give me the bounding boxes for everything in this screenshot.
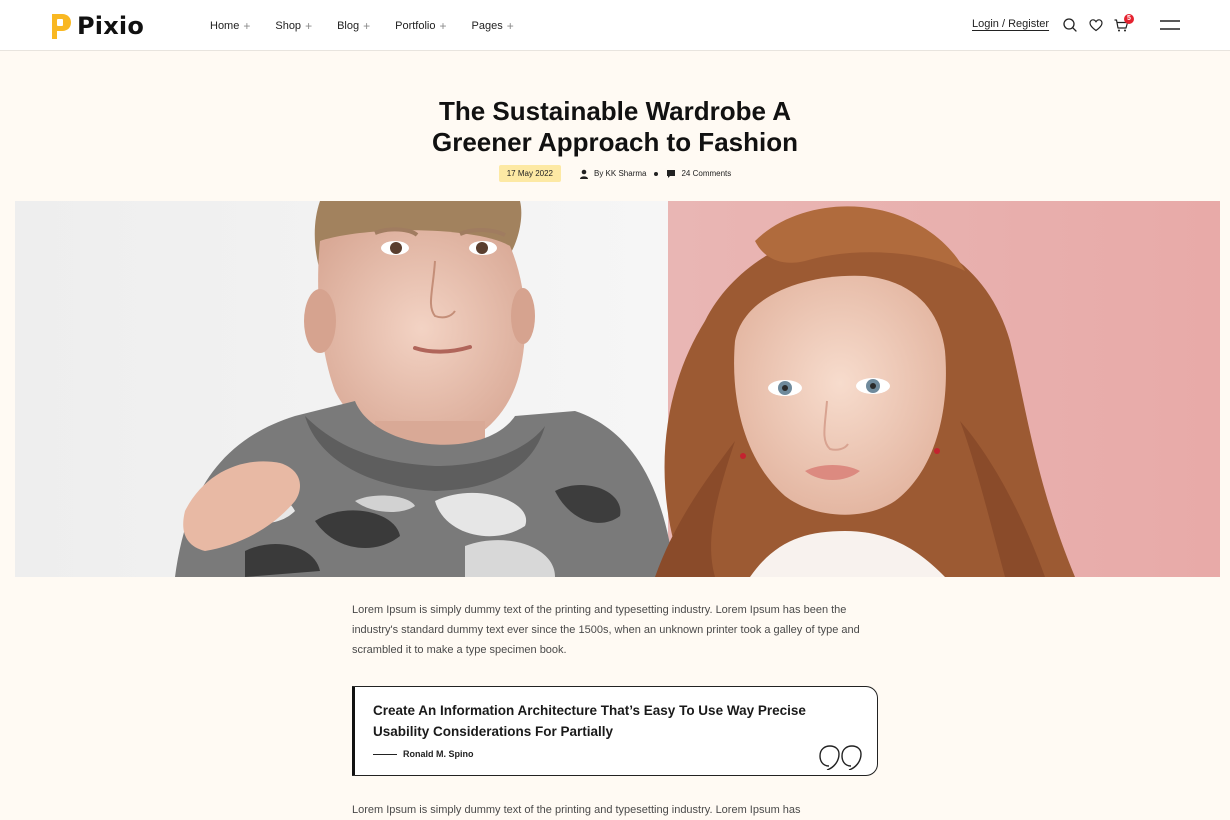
nav-home[interactable]: Home +	[210, 19, 250, 33]
plus-icon: +	[305, 18, 313, 33]
plus-icon: +	[439, 18, 447, 33]
blockquote: Create An Information Architecture That’…	[352, 686, 878, 776]
nav-shop-label: Shop	[275, 19, 302, 32]
user-icon	[580, 169, 588, 179]
hero-image	[15, 201, 1220, 577]
post-title-line1: The Sustainable Wardrobe A	[438, 96, 791, 126]
login-register-link[interactable]: Login / Register	[972, 18, 1049, 30]
quote-mark-icon	[819, 745, 862, 770]
menu-icon[interactable]	[1158, 16, 1182, 34]
quote-author: Ronald M. Spino	[373, 749, 474, 759]
plus-icon: +	[363, 18, 371, 33]
nav-home-label: Home	[210, 19, 240, 32]
post-author-label: By KK Sharma	[594, 169, 647, 178]
post-paragraph-1: Lorem Ipsum is simply dummy text of the …	[352, 604, 860, 656]
logo[interactable]: Pixio	[50, 12, 144, 40]
main-nav: Home + Shop + Blog + Portfolio + Pages +	[210, 0, 514, 51]
nav-portfolio-label: Portfolio	[395, 19, 436, 32]
nav-portfolio[interactable]: Portfolio +	[395, 19, 446, 33]
nav-pages[interactable]: Pages +	[472, 19, 514, 33]
post-date-badge: 17 May 2022	[498, 165, 561, 182]
plus-icon: +	[506, 18, 514, 33]
post-meta: 17 May 2022 By KK Sharma 24 Comments	[0, 165, 1230, 182]
search-icon[interactable]	[1061, 16, 1079, 34]
logo-mark-icon	[52, 13, 71, 39]
quote-author-name: Ronald M. Spino	[403, 749, 474, 759]
nav-blog-label: Blog	[337, 19, 360, 32]
post-title-line2: Greener Approach to Fashion	[432, 127, 798, 157]
post-comments[interactable]: 24 Comments	[666, 169, 731, 179]
logo-text: Pixio	[77, 12, 145, 40]
nav-shop[interactable]: Shop +	[275, 19, 312, 33]
post-title: The Sustainable Wardrobe A Greener Appro…	[0, 96, 1230, 158]
quote-dash	[373, 753, 397, 755]
nav-pages-label: Pages	[471, 19, 503, 32]
post-comments-label: 24 Comments	[681, 169, 732, 178]
cart-count-badge: 5	[1124, 14, 1134, 24]
meta-separator	[654, 171, 659, 176]
comment-icon	[667, 169, 676, 178]
nav-blog[interactable]: Blog +	[337, 19, 370, 33]
plus-icon: +	[243, 18, 251, 33]
post-author[interactable]: By KK Sharma	[579, 169, 646, 179]
post-paragraph-2: Lorem Ipsum is simply dummy text of the …	[352, 804, 801, 816]
heart-icon[interactable]	[1087, 16, 1105, 34]
site-header: Pixio Home + Shop + Blog + Portfolio + P…	[0, 0, 1230, 51]
hero-photo	[15, 201, 1220, 577]
quote-text: Create An Information Architecture That’…	[373, 703, 806, 739]
